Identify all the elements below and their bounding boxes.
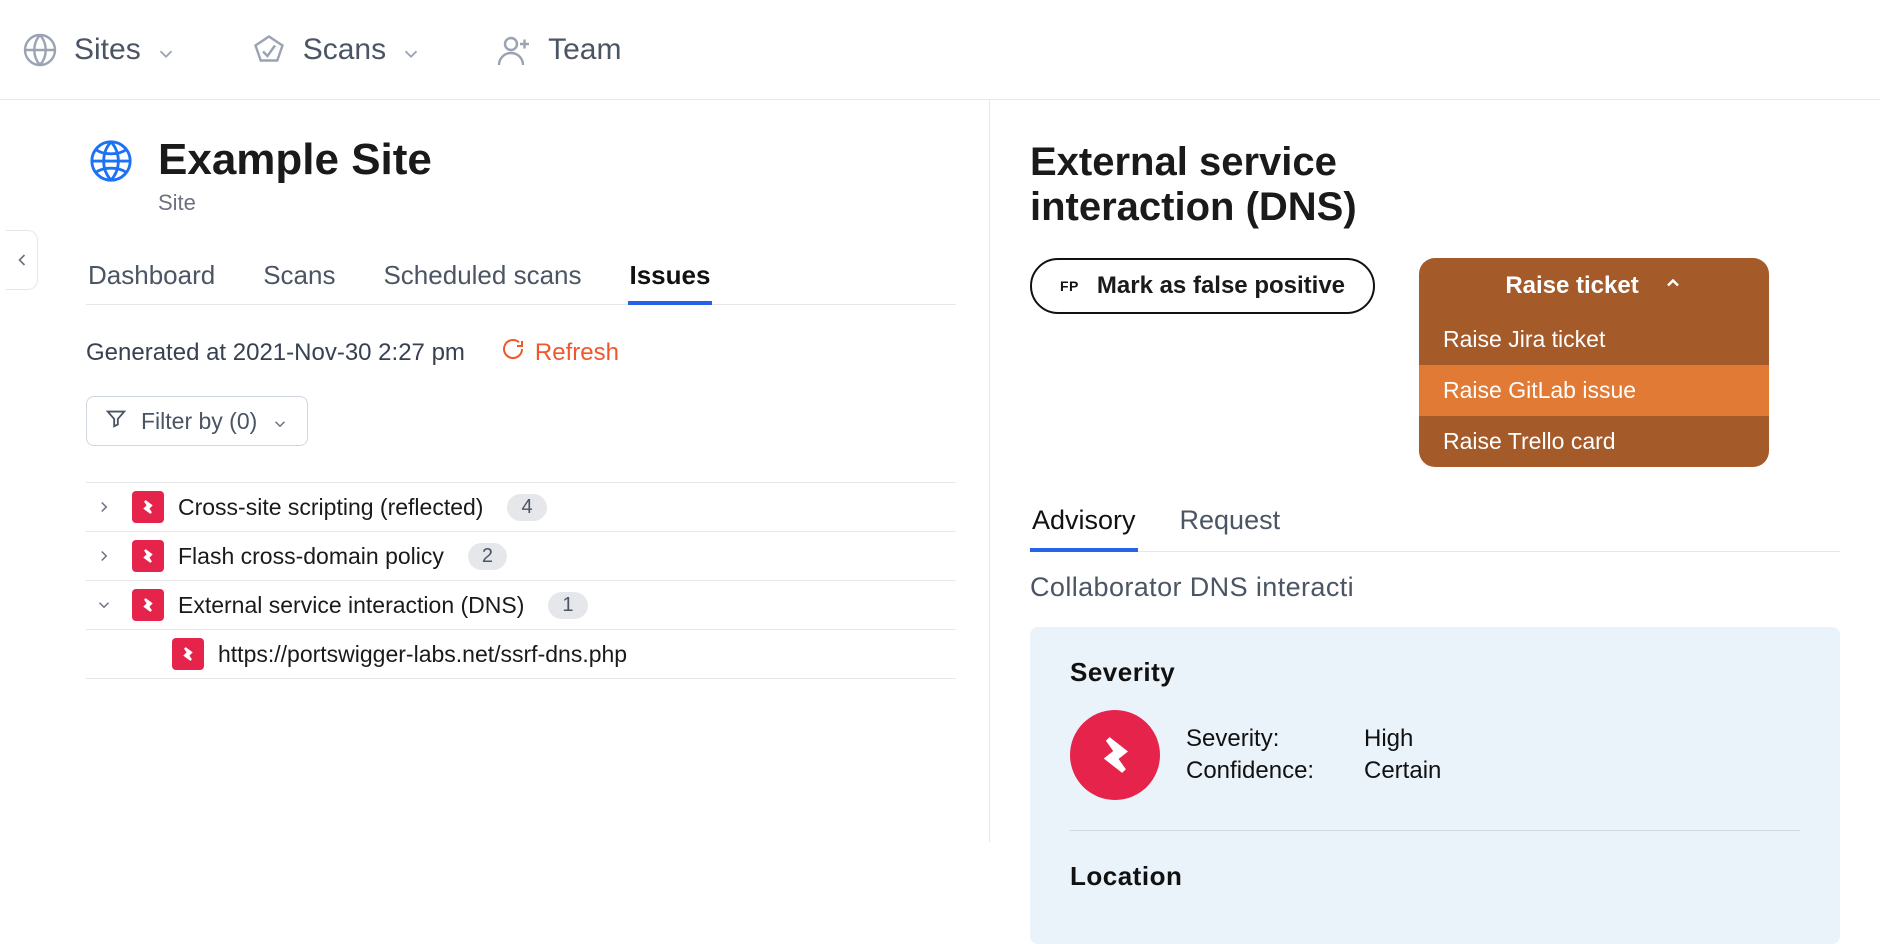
collapse-handle[interactable] bbox=[6, 230, 38, 290]
tab-scheduled-scans[interactable]: Scheduled scans bbox=[381, 256, 583, 304]
left-panel: Example Site Site Dashboard Scans Schedu… bbox=[0, 100, 990, 842]
nav-scans[interactable]: Scans bbox=[249, 30, 422, 70]
add-user-icon bbox=[494, 30, 534, 70]
globe-icon bbox=[20, 30, 60, 70]
refresh-label: Refresh bbox=[535, 339, 619, 367]
issue-row[interactable]: External service interaction (DNS) 1 bbox=[86, 581, 956, 630]
raise-ticket-label: Raise ticket bbox=[1505, 272, 1638, 300]
generated-line: Generated at 2021-Nov-30 2:27 pm Refresh bbox=[86, 337, 989, 368]
severity-high-icon bbox=[132, 491, 164, 523]
detail-panel: External service interaction (DNS) FP Ma… bbox=[990, 100, 1880, 842]
issue-count: 2 bbox=[468, 543, 507, 570]
nav-sites-label: Sites bbox=[74, 33, 141, 67]
severity-label: Severity: bbox=[1186, 725, 1346, 753]
chevron-right-icon[interactable] bbox=[90, 542, 118, 570]
nav-scans-label: Scans bbox=[303, 33, 386, 67]
detail-subheading: Collaborator DNS interacti bbox=[1030, 572, 1840, 603]
severity-high-icon bbox=[172, 638, 204, 670]
confidence-label: Confidence: bbox=[1186, 757, 1346, 785]
detail-tabs: Advisory Request bbox=[1030, 501, 1840, 552]
severity-row: Severity: High Confidence: Certain bbox=[1070, 710, 1800, 831]
site-type: Site bbox=[158, 190, 432, 216]
refresh-icon bbox=[501, 337, 525, 368]
issue-list: Cross-site scripting (reflected) 4 Flash… bbox=[86, 482, 956, 679]
nav-team-label: Team bbox=[548, 33, 621, 67]
mark-false-positive-button[interactable]: FP Mark as false positive bbox=[1030, 258, 1375, 314]
confidence-value: Certain bbox=[1364, 757, 1441, 785]
tab-dashboard[interactable]: Dashboard bbox=[86, 256, 217, 304]
site-tabs: Dashboard Scans Scheduled scans Issues bbox=[86, 256, 956, 305]
issue-instance-url: https://portswigger-labs.net/ssrf-dns.ph… bbox=[218, 641, 627, 668]
main-layout: Example Site Site Dashboard Scans Schedu… bbox=[0, 100, 1880, 842]
issue-count: 1 bbox=[548, 592, 587, 619]
issue-title: External service interaction (DNS) bbox=[1030, 140, 1840, 230]
raise-gitlab-item[interactable]: Raise GitLab issue bbox=[1419, 365, 1769, 416]
chevron-down-icon bbox=[155, 39, 177, 61]
site-name: Example Site bbox=[158, 136, 432, 184]
refresh-button[interactable]: Refresh bbox=[501, 337, 619, 368]
tab-scans[interactable]: Scans bbox=[261, 256, 337, 304]
chevron-right-icon[interactable] bbox=[90, 493, 118, 521]
detail-actions: FP Mark as false positive Raise ticket R… bbox=[1030, 258, 1840, 467]
severity-value: High bbox=[1364, 725, 1413, 753]
raise-ticket-dropdown: Raise ticket Raise Jira ticket Raise Git… bbox=[1419, 258, 1769, 467]
location-section-header: Location bbox=[1070, 861, 1800, 892]
site-globe-icon bbox=[86, 136, 136, 186]
tab-issues[interactable]: Issues bbox=[628, 256, 713, 305]
severity-high-icon bbox=[1070, 710, 1160, 800]
issue-count: 4 bbox=[507, 494, 546, 521]
severity-section-header: Severity bbox=[1070, 657, 1800, 688]
severity-high-icon bbox=[132, 540, 164, 572]
chevron-down-icon bbox=[271, 412, 289, 430]
severity-high-icon bbox=[132, 589, 164, 621]
chevron-up-icon bbox=[1663, 272, 1683, 300]
filter-label: Filter by (0) bbox=[141, 408, 257, 435]
issue-instance-row[interactable]: https://portswigger-labs.net/ssrf-dns.ph… bbox=[86, 630, 956, 679]
filter-button[interactable]: Filter by (0) bbox=[86, 396, 308, 446]
issue-name: External service interaction (DNS) bbox=[178, 592, 524, 619]
raise-ticket-button[interactable]: Raise ticket bbox=[1419, 258, 1769, 314]
issue-name: Flash cross-domain policy bbox=[178, 543, 444, 570]
top-nav: Sites Scans Team bbox=[0, 0, 1880, 100]
filter-icon bbox=[105, 407, 127, 435]
generated-text: Generated at 2021-Nov-30 2:27 pm bbox=[86, 339, 465, 367]
issue-row[interactable]: Flash cross-domain policy 2 bbox=[86, 532, 956, 581]
issue-name: Cross-site scripting (reflected) bbox=[178, 494, 483, 521]
tab-advisory[interactable]: Advisory bbox=[1030, 501, 1138, 552]
raise-jira-item[interactable]: Raise Jira ticket bbox=[1419, 314, 1769, 365]
tab-request[interactable]: Request bbox=[1178, 501, 1283, 551]
severity-grid: Severity: High Confidence: Certain bbox=[1186, 721, 1441, 789]
nav-sites[interactable]: Sites bbox=[20, 30, 177, 70]
site-header: Example Site Site bbox=[86, 136, 989, 216]
issue-row[interactable]: Cross-site scripting (reflected) 4 bbox=[86, 483, 956, 532]
raise-ticket-menu: Raise Jira ticket Raise GitLab issue Rai… bbox=[1419, 314, 1769, 467]
detail-card: Severity Severity: High Confidence: Cert… bbox=[1030, 627, 1840, 944]
fp-label-text: Mark as false positive bbox=[1097, 272, 1345, 300]
chevron-down-icon bbox=[400, 39, 422, 61]
scan-icon bbox=[249, 30, 289, 70]
fp-badge: FP bbox=[1060, 278, 1079, 294]
nav-team[interactable]: Team bbox=[494, 30, 621, 70]
chevron-down-icon[interactable] bbox=[90, 591, 118, 619]
raise-trello-item[interactable]: Raise Trello card bbox=[1419, 416, 1769, 467]
